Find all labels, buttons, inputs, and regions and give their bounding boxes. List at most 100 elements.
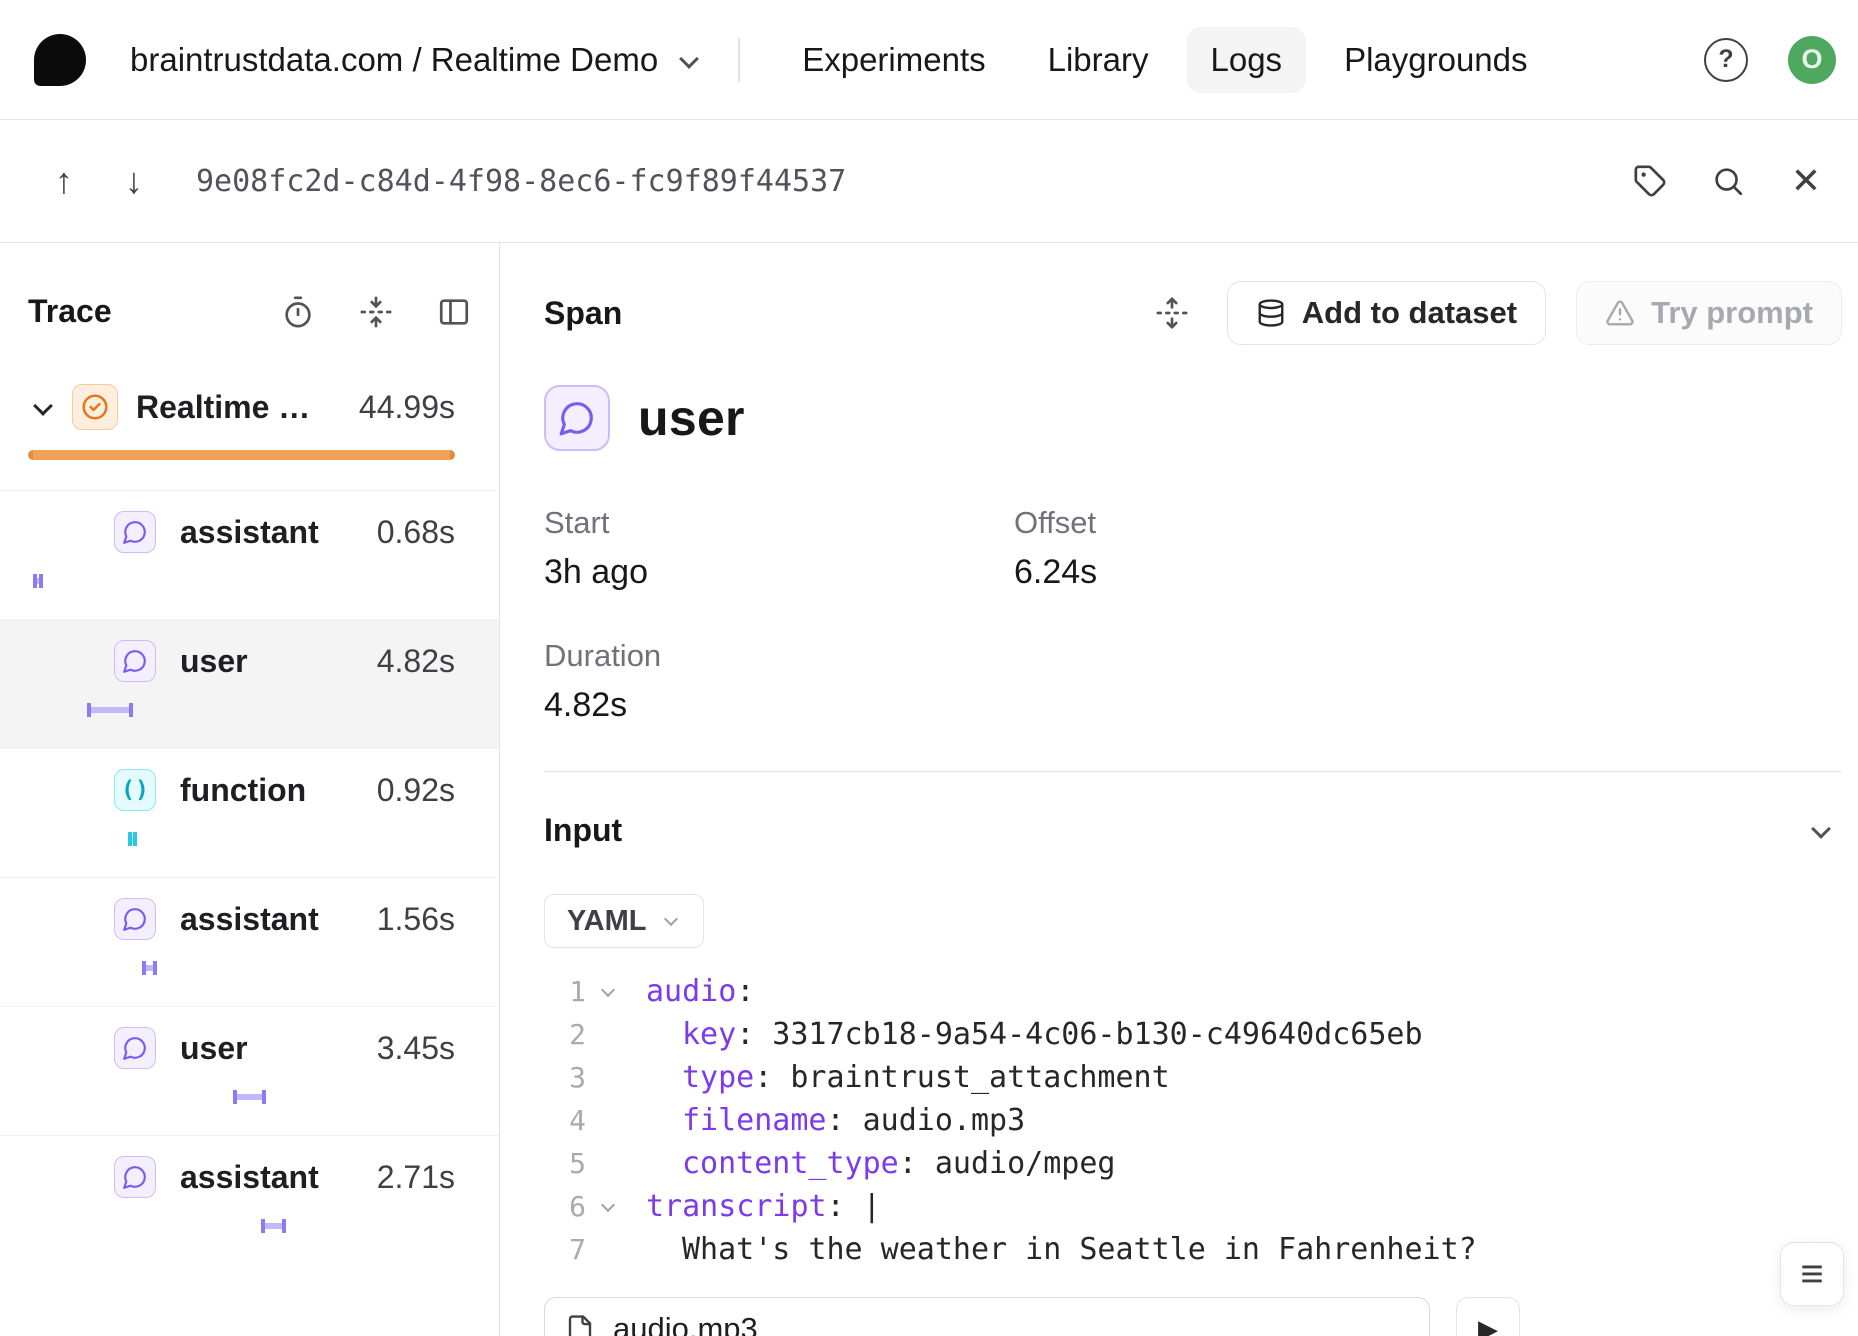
try-prompt-button[interactable]: Try prompt (1576, 281, 1842, 345)
realtime-session-icon (72, 384, 118, 430)
span-duration: 4.82s (363, 643, 455, 680)
span-duration: 3.45s (363, 1030, 455, 1067)
play-icon: ▶ (1478, 1314, 1498, 1336)
help-icon[interactable]: ? (1704, 38, 1748, 82)
add-to-dataset-label: Add to dataset (1302, 295, 1517, 331)
side-panel-icon[interactable] (437, 295, 471, 329)
code-block: 1 audio: 2 key: 3317cb18-9a54-4c06-b130-… (544, 970, 1842, 1271)
braintrust-logo-icon[interactable] (34, 34, 86, 86)
meta-value: 6.24s (1014, 553, 1842, 592)
code-line: 5 content_type: audio/mpeg (544, 1142, 1842, 1185)
expand-chevron-icon[interactable] (30, 395, 54, 419)
span-label: assistant (180, 901, 319, 938)
search-icon[interactable] (1704, 157, 1752, 205)
audio-attachment[interactable]: audio.mp3 (544, 1297, 1430, 1336)
close-icon[interactable]: ✕ (1782, 157, 1830, 205)
span-timeline-bar (233, 1090, 266, 1104)
span-timeline-bar (33, 574, 42, 588)
span-label: user (180, 643, 248, 680)
try-prompt-label: Try prompt (1651, 295, 1813, 331)
span-type-icon (114, 1027, 156, 1069)
code-line: 4 filename: audio.mp3 (544, 1099, 1842, 1142)
span-timeline-track (28, 1089, 455, 1105)
avatar[interactable]: O (1788, 36, 1836, 84)
project-breadcrumb[interactable]: braintrustdata.com / Realtime Demo (130, 41, 700, 79)
span-timeline-track (28, 573, 455, 589)
nav-logs[interactable]: Logs (1187, 27, 1307, 93)
trace-rows: assistant 0.68s user 4.82s () function 0… (0, 490, 499, 1264)
fold-chevron-icon[interactable] (586, 1197, 630, 1217)
span-type-icon (114, 1156, 156, 1198)
nav-playgrounds[interactable]: Playgrounds (1320, 27, 1551, 93)
nav-library[interactable]: Library (1024, 27, 1173, 93)
code-line: 3 type: braintrust_attachment (544, 1056, 1842, 1099)
input-section-header[interactable]: Input (544, 810, 1842, 850)
span-label: assistant (180, 1159, 319, 1196)
chat-bubble-icon (544, 385, 610, 451)
trace-panel: Trace Realtime ses... 44.99 (0, 243, 500, 1336)
span-duration: 1.56s (363, 901, 455, 938)
span-timeline-bar (261, 1219, 287, 1233)
trace-panel-header: Trace (0, 243, 499, 356)
play-audio-button[interactable]: ▶ (1456, 1297, 1520, 1336)
span-duration: 0.92s (363, 772, 455, 809)
hamburger-icon: ≡ (1800, 1252, 1823, 1297)
trace-row[interactable]: () function 0.92s (0, 748, 499, 877)
trace-row[interactable]: user 3.45s (0, 1006, 499, 1135)
code-text: audio: (630, 974, 754, 1009)
span-panel-title: Span (544, 295, 622, 332)
topnav-right: ? O (1704, 36, 1836, 84)
format-select[interactable]: YAML (544, 894, 704, 948)
tag-icon[interactable] (1626, 157, 1674, 205)
span-type-icon: () (114, 769, 156, 811)
span-label: Realtime ses... (136, 389, 327, 426)
meta-offset: Offset 6.24s (1014, 505, 1842, 592)
fold-chevron-icon[interactable] (586, 982, 630, 1002)
span-label: user (180, 1030, 248, 1067)
code-text: key: 3317cb18-9a54-4c06-b130-c49640dc65e… (630, 1017, 1423, 1052)
database-icon (1256, 298, 1286, 328)
unfold-vertical-icon[interactable] (1155, 296, 1189, 330)
line-number: 3 (544, 1061, 586, 1094)
span-timeline-track (28, 702, 455, 718)
chevron-down-icon[interactable] (1808, 818, 1832, 842)
main-nav: Experiments Library Logs Playgrounds (778, 27, 1551, 93)
line-number: 1 (544, 975, 586, 1008)
previous-trace-button[interactable]: ↑ (40, 157, 88, 205)
input-section-title: Input (544, 812, 622, 849)
timer-icon[interactable] (281, 295, 315, 329)
code-line: 1 audio: (544, 970, 1842, 1013)
trace-row-root[interactable]: Realtime ses... 44.99s (0, 356, 499, 490)
section-divider (544, 771, 1842, 772)
trace-id: 9e08fc2d-c84d-4f98-8ec6-fc9f89f44537 (196, 164, 846, 199)
trace-toolbar: ↑ ↓ 9e08fc2d-c84d-4f98-8ec6-fc9f89f44537… (0, 120, 1858, 243)
span-title-row: user (544, 385, 1842, 451)
nav-experiments[interactable]: Experiments (778, 27, 1009, 93)
next-trace-button[interactable]: ↓ (110, 157, 158, 205)
trace-row[interactable]: assistant 2.71s (0, 1135, 499, 1264)
line-number: 4 (544, 1104, 586, 1137)
trace-row[interactable]: assistant 1.56s (0, 877, 499, 1006)
span-type-icon (114, 640, 156, 682)
collapse-all-icon[interactable] (359, 295, 393, 329)
code-text: What's the weather in Seattle in Fahrenh… (630, 1232, 1477, 1267)
trace-panel-icons (281, 295, 471, 329)
meta-start: Start 3h ago (544, 505, 1014, 592)
span-duration: 2.71s (363, 1159, 455, 1196)
span-timeline-track (28, 831, 455, 847)
trace-tree: Realtime ses... 44.99s assistant 0.68s u… (0, 356, 499, 1264)
avatar-letter: O (1801, 44, 1822, 75)
span-timeline-bar (87, 703, 133, 717)
chevron-down-icon (676, 48, 700, 72)
trace-row[interactable]: assistant 0.68s (0, 490, 499, 619)
main-content: Trace Realtime ses... 44.99 (0, 243, 1858, 1336)
question-mark: ? (1718, 45, 1733, 74)
span-panel-header: Span Add to dataset Try prompt (544, 281, 1842, 345)
span-type-icon (114, 511, 156, 553)
add-to-dataset-button[interactable]: Add to dataset (1227, 281, 1546, 345)
code-text: transcript: | (630, 1189, 881, 1224)
menu-button[interactable]: ≡ (1780, 1242, 1844, 1306)
line-number: 6 (544, 1190, 586, 1223)
chevron-down-icon (661, 911, 681, 931)
trace-row[interactable]: user 4.82s (0, 619, 499, 748)
